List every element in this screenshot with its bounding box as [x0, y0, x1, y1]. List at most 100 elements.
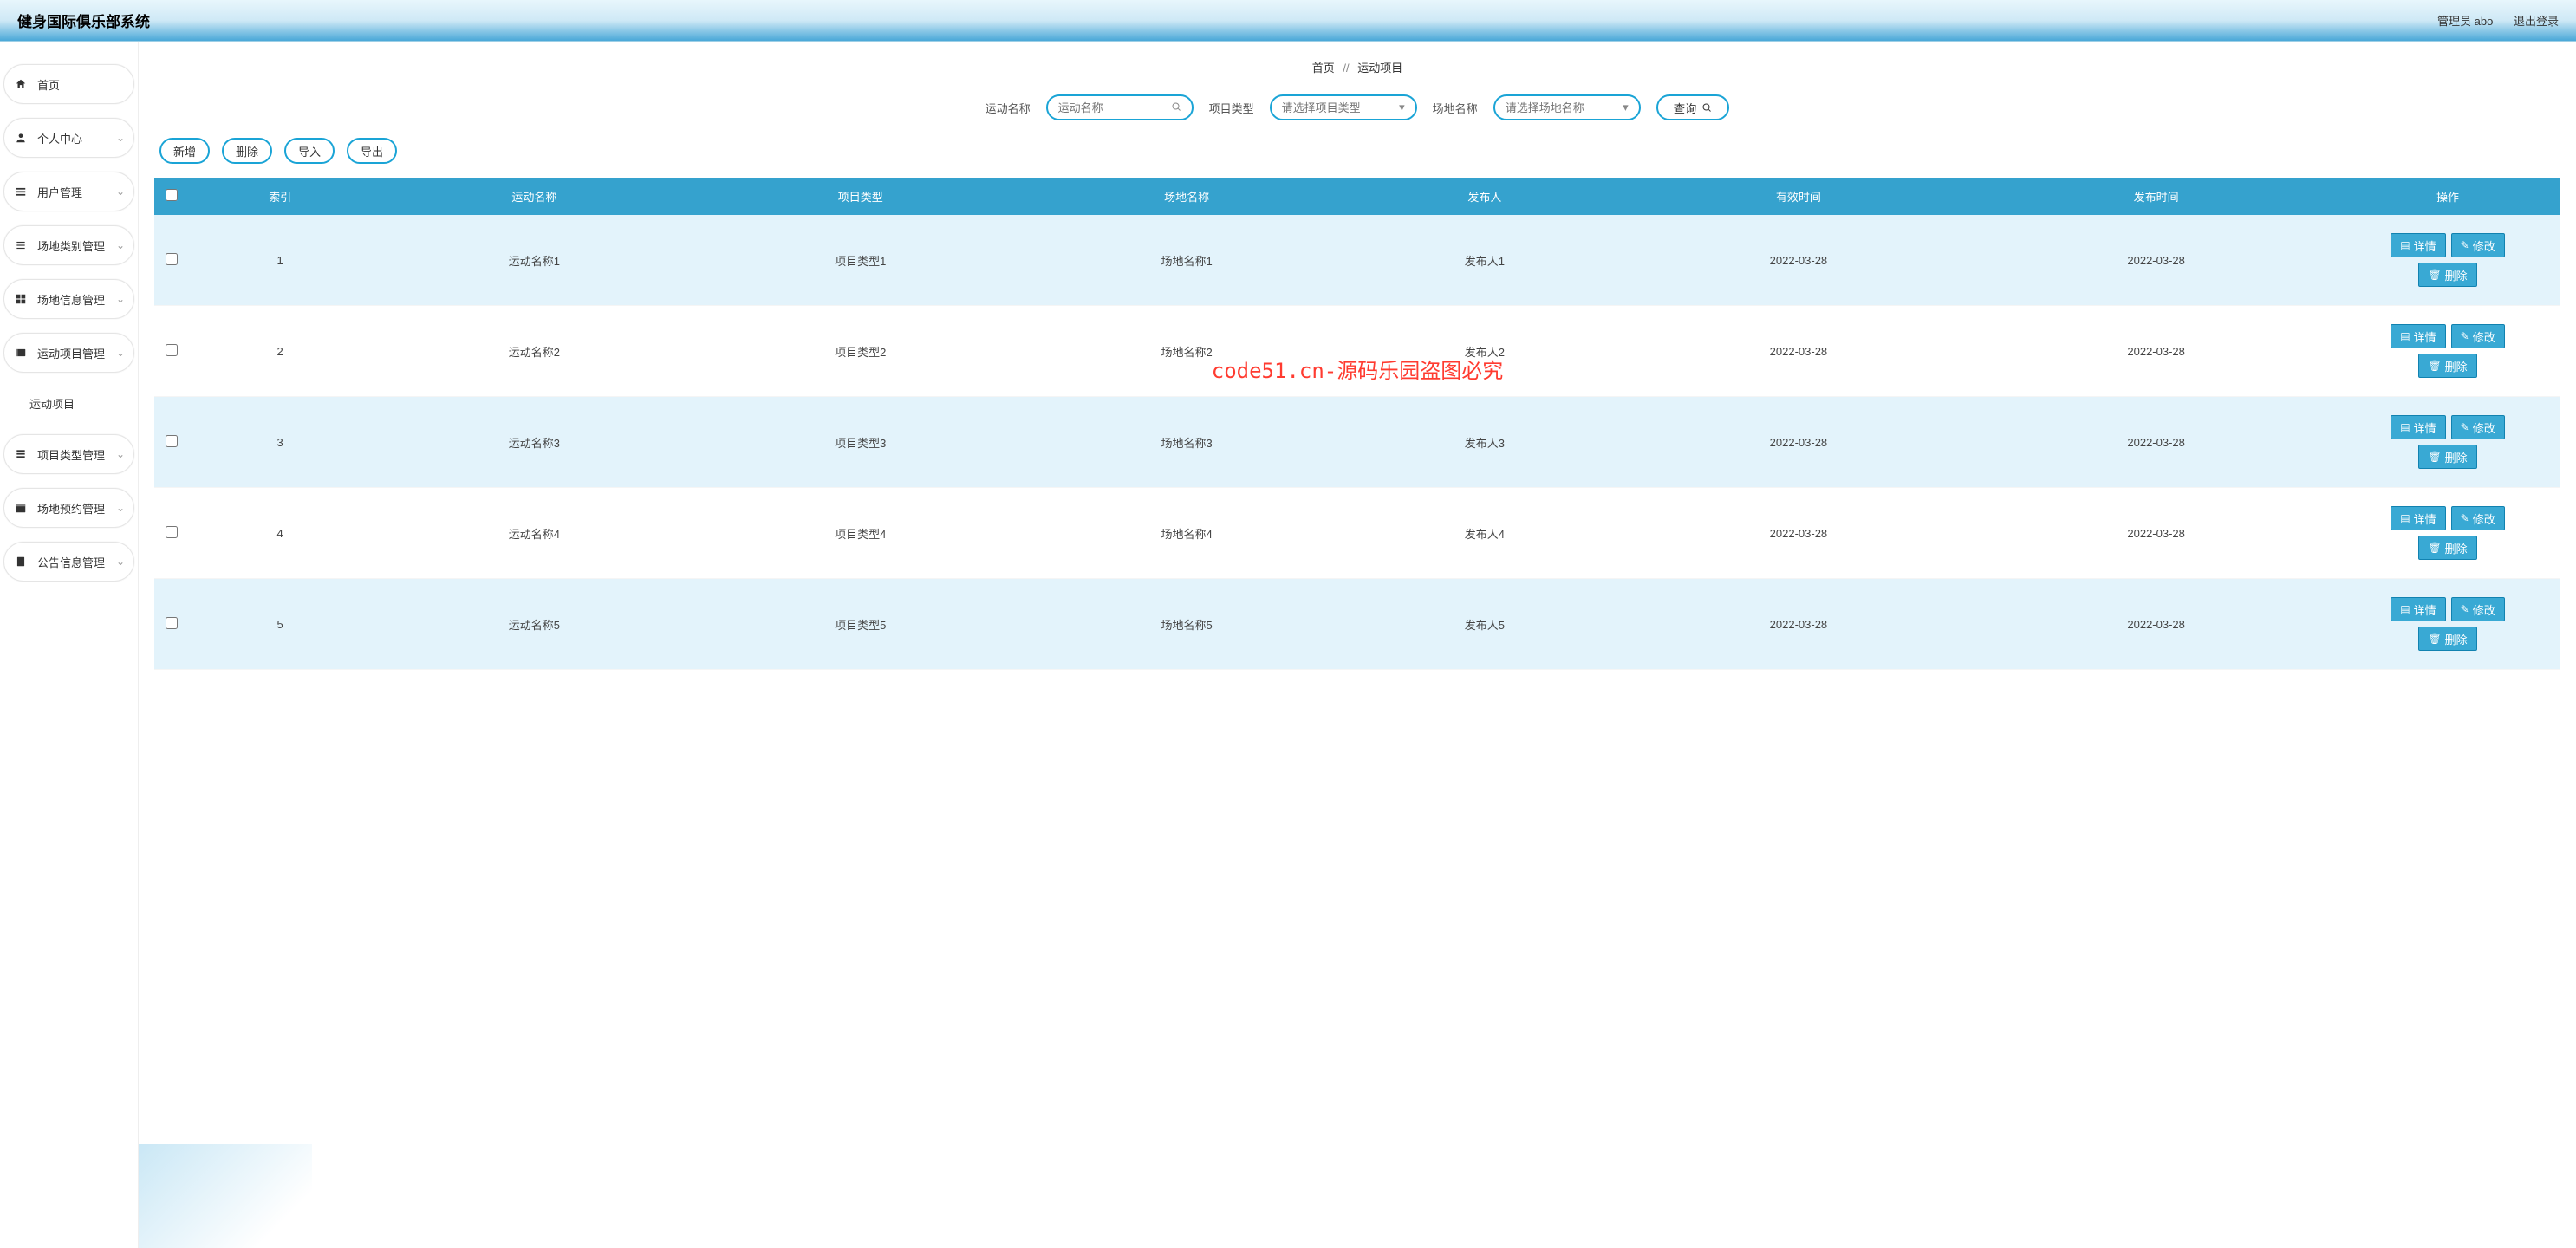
- search-icon: [1171, 101, 1181, 114]
- filter-venue-input[interactable]: [1506, 101, 1619, 114]
- cell-pub: 2022-03-28: [1977, 215, 2335, 306]
- export-button[interactable]: 导出: [347, 138, 397, 164]
- sidebar-item-4[interactable]: 场地信息管理⌄: [3, 279, 134, 319]
- edit-button[interactable]: ✎修改: [2451, 324, 2505, 348]
- edit-button[interactable]: ✎修改: [2451, 506, 2505, 530]
- film-icon: [13, 347, 29, 359]
- sidebar-item-0[interactable]: 首页: [3, 64, 134, 104]
- cell-type: 项目类型4: [698, 488, 1024, 579]
- sidebar-item-2[interactable]: 用户管理⌄: [3, 172, 134, 211]
- row-delete-button[interactable]: 🗑删除: [2418, 536, 2476, 560]
- row-delete-button[interactable]: 🗑删除: [2418, 354, 2476, 378]
- chevron-down-icon: ⌄: [116, 293, 125, 305]
- row-checkbox[interactable]: [166, 617, 178, 629]
- search-icon: [1701, 102, 1712, 113]
- edit-button[interactable]: ✎修改: [2451, 597, 2505, 621]
- cell-ops: ▤详情✎修改 🗑删除: [2335, 579, 2560, 670]
- sidebar-item-label: 个人中心: [37, 130, 82, 146]
- grid-icon: [13, 239, 29, 251]
- sidebar-item-label: 公告信息管理: [37, 554, 105, 570]
- filter-type-input[interactable]: [1282, 101, 1395, 114]
- cell-ops: ▤详情✎修改 🗑删除: [2335, 397, 2560, 488]
- doc-icon: [13, 556, 29, 568]
- detail-button[interactable]: ▤详情: [2391, 324, 2445, 348]
- cell-valid: 2022-03-28: [1620, 306, 1978, 397]
- edit-button[interactable]: ✎修改: [2451, 415, 2505, 439]
- detail-button[interactable]: ▤详情: [2391, 597, 2445, 621]
- header-right: 管理员 abo 退出登录: [2420, 12, 2559, 29]
- detail-icon: ▤: [2400, 330, 2410, 342]
- cell-author: 发布人2: [1350, 306, 1619, 397]
- detail-icon: ▤: [2400, 512, 2410, 524]
- cell-idx: 3: [189, 397, 371, 488]
- cell-venue: 场地名称3: [1024, 397, 1350, 488]
- sidebar-item-label: 运动项目管理: [37, 345, 105, 361]
- search-button[interactable]: 查询: [1656, 94, 1730, 120]
- cell-name: 运动名称3: [371, 397, 697, 488]
- sidebar-item-6[interactable]: 项目类型管理⌄: [3, 434, 134, 474]
- table-row: 1运动名称1项目类型1场地名称1发布人12022-03-282022-03-28…: [154, 215, 2560, 306]
- table-row: 4运动名称4项目类型4场地名称4发布人42022-03-282022-03-28…: [154, 488, 2560, 579]
- sidebar-item-label: 场地类别管理: [37, 237, 105, 254]
- detail-button[interactable]: ▤详情: [2391, 506, 2445, 530]
- sidebar-item-3[interactable]: 场地类别管理⌄: [3, 225, 134, 265]
- detail-button[interactable]: ▤详情: [2391, 415, 2445, 439]
- detail-icon: ▤: [2400, 421, 2410, 433]
- tiles-icon: [13, 293, 29, 305]
- chevron-down-icon: ⌄: [116, 448, 125, 460]
- cell-author: 发布人5: [1350, 579, 1619, 670]
- row-delete-button[interactable]: 🗑删除: [2418, 627, 2476, 651]
- select-all-checkbox[interactable]: [166, 189, 178, 201]
- filter-name-label: 运动名称: [986, 100, 1031, 116]
- row-checkbox[interactable]: [166, 435, 178, 447]
- th-col-3: 场地名称: [1024, 178, 1350, 215]
- cell-pub: 2022-03-28: [1977, 397, 2335, 488]
- breadcrumb-home[interactable]: 首页: [1312, 62, 1335, 75]
- th-col-2: 项目类型: [698, 178, 1024, 215]
- filter-venue-select[interactable]: ▾: [1493, 94, 1641, 120]
- cell-ops: ▤详情✎修改 🗑删除: [2335, 306, 2560, 397]
- trash-icon: 🗑: [2428, 360, 2441, 372]
- import-button[interactable]: 导入: [284, 138, 335, 164]
- cell-pub: 2022-03-28: [1977, 579, 2335, 670]
- edit-button[interactable]: ✎修改: [2451, 233, 2505, 257]
- trash-icon: 🗑: [2428, 633, 2441, 645]
- bars-icon: [13, 448, 29, 460]
- table-header-row: 索引运动名称项目类型场地名称发布人有效时间发布时间操作: [154, 178, 2560, 215]
- delete-button[interactable]: 删除: [222, 138, 272, 164]
- edit-icon: ✎: [2461, 421, 2469, 433]
- row-checkbox[interactable]: [166, 526, 178, 538]
- cal-icon: [13, 502, 29, 514]
- row-delete-button[interactable]: 🗑删除: [2418, 445, 2476, 469]
- main: 首页 // 运动项目 运动名称 项目类型 ▾ 场地名称 ▾: [139, 42, 2576, 1248]
- logout-link[interactable]: 退出登录: [2514, 15, 2559, 28]
- cell-idx: 1: [189, 215, 371, 306]
- sidebar-item-7[interactable]: 场地预约管理⌄: [3, 488, 134, 528]
- table-row: 5运动名称5项目类型5场地名称5发布人52022-03-282022-03-28…: [154, 579, 2560, 670]
- user-label[interactable]: 管理员 abo: [2437, 15, 2493, 28]
- row-delete-button[interactable]: 🗑删除: [2418, 263, 2476, 287]
- row-checkbox[interactable]: [166, 253, 178, 265]
- add-button[interactable]: 新增: [159, 138, 210, 164]
- filter-name-input-wrap[interactable]: [1046, 94, 1194, 120]
- sidebar-item-8[interactable]: 公告信息管理⌄: [3, 542, 134, 582]
- sidebar-item-1[interactable]: 个人中心⌄: [3, 118, 134, 158]
- detail-button[interactable]: ▤详情: [2391, 233, 2445, 257]
- edit-icon: ✎: [2461, 603, 2469, 615]
- table-row: 3运动名称3项目类型3场地名称3发布人32022-03-282022-03-28…: [154, 397, 2560, 488]
- th-col-0: 索引: [189, 178, 371, 215]
- sidebar-subitem[interactable]: 运动项目: [3, 387, 134, 420]
- chevron-down-icon: ▾: [1399, 101, 1405, 114]
- filter-name-input[interactable]: [1058, 101, 1168, 114]
- cell-valid: 2022-03-28: [1620, 579, 1978, 670]
- breadcrumb-sep: //: [1343, 62, 1349, 75]
- sidebar-item-label: 首页: [37, 76, 60, 93]
- cell-venue: 场地名称1: [1024, 215, 1350, 306]
- filter-type-select[interactable]: ▾: [1270, 94, 1417, 120]
- filter-row: 运动名称 项目类型 ▾ 场地名称 ▾ 查询: [154, 94, 2560, 120]
- sidebar-item-5[interactable]: 运动项目管理⌄: [3, 333, 134, 373]
- chevron-down-icon: ⌄: [116, 502, 125, 514]
- breadcrumb: 首页 // 运动项目: [154, 47, 2560, 94]
- row-checkbox[interactable]: [166, 344, 178, 356]
- chevron-down-icon: ▾: [1623, 101, 1629, 114]
